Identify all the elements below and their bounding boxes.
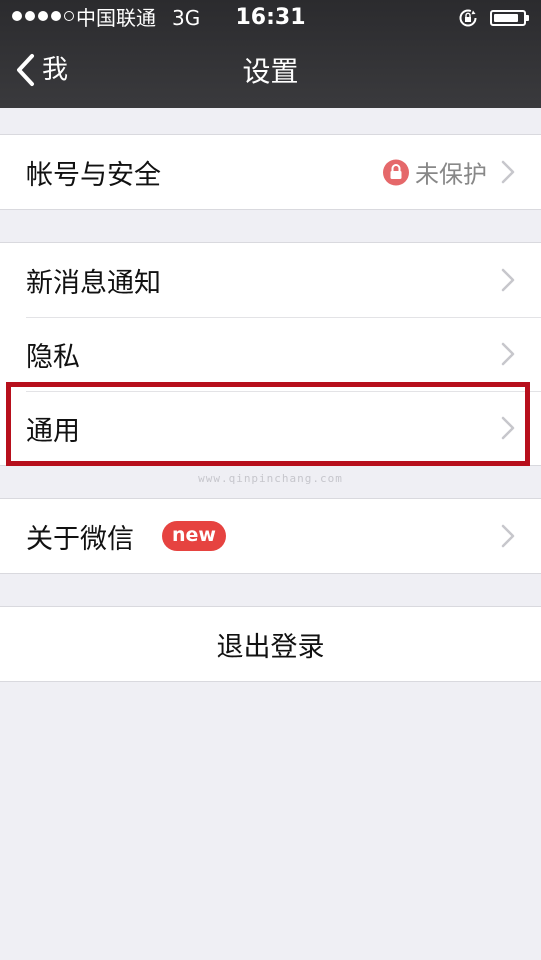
- settings-row-account-security[interactable]: 帐号与安全 未保护: [0, 135, 541, 209]
- account-group: 帐号与安全 未保护: [0, 134, 541, 210]
- battery-level: [494, 14, 518, 22]
- chevron-right-icon: [501, 342, 515, 366]
- status-bar: 中国联通 3G 16:31: [0, 0, 541, 36]
- chevron-right-icon: [501, 160, 515, 184]
- watermark: www.qinpinchang.com: [198, 472, 343, 485]
- rotation-lock-icon: [459, 9, 477, 27]
- new-badge: new: [162, 521, 226, 551]
- row-label: 新消息通知: [26, 267, 161, 299]
- settings-row-privacy[interactable]: 隐私: [0, 317, 541, 391]
- top-bar: 中国联通 3G 16:31 我 设置: [0, 0, 541, 108]
- logout-button[interactable]: 退出登录: [0, 607, 541, 681]
- battery-icon: [490, 10, 529, 26]
- chevron-right-icon: [501, 268, 515, 292]
- row-label: 隐私: [26, 341, 80, 373]
- row-label: 通用: [26, 415, 80, 447]
- chevron-right-icon: [501, 416, 515, 440]
- page-title: 设置: [242, 55, 299, 88]
- row-label: 关于微信: [26, 523, 134, 555]
- protection-status: 未保护: [383, 155, 487, 190]
- chevron-right-icon: [501, 524, 515, 548]
- lock-icon: [383, 159, 409, 185]
- row-label: 帐号与安全: [26, 159, 161, 191]
- logout-group: 退出登录: [0, 606, 541, 682]
- logout-label: 退出登录: [216, 631, 325, 663]
- preferences-group: 新消息通知 隐私 通用: [0, 242, 541, 466]
- about-group: 关于微信 new: [0, 498, 541, 574]
- status-text: 未保护: [415, 160, 487, 189]
- settings-row-about[interactable]: 关于微信 new: [0, 499, 541, 573]
- settings-row-notifications[interactable]: 新消息通知: [0, 243, 541, 317]
- settings-row-general[interactable]: 通用: [0, 391, 541, 465]
- navigation-bar: 我 设置: [0, 36, 541, 108]
